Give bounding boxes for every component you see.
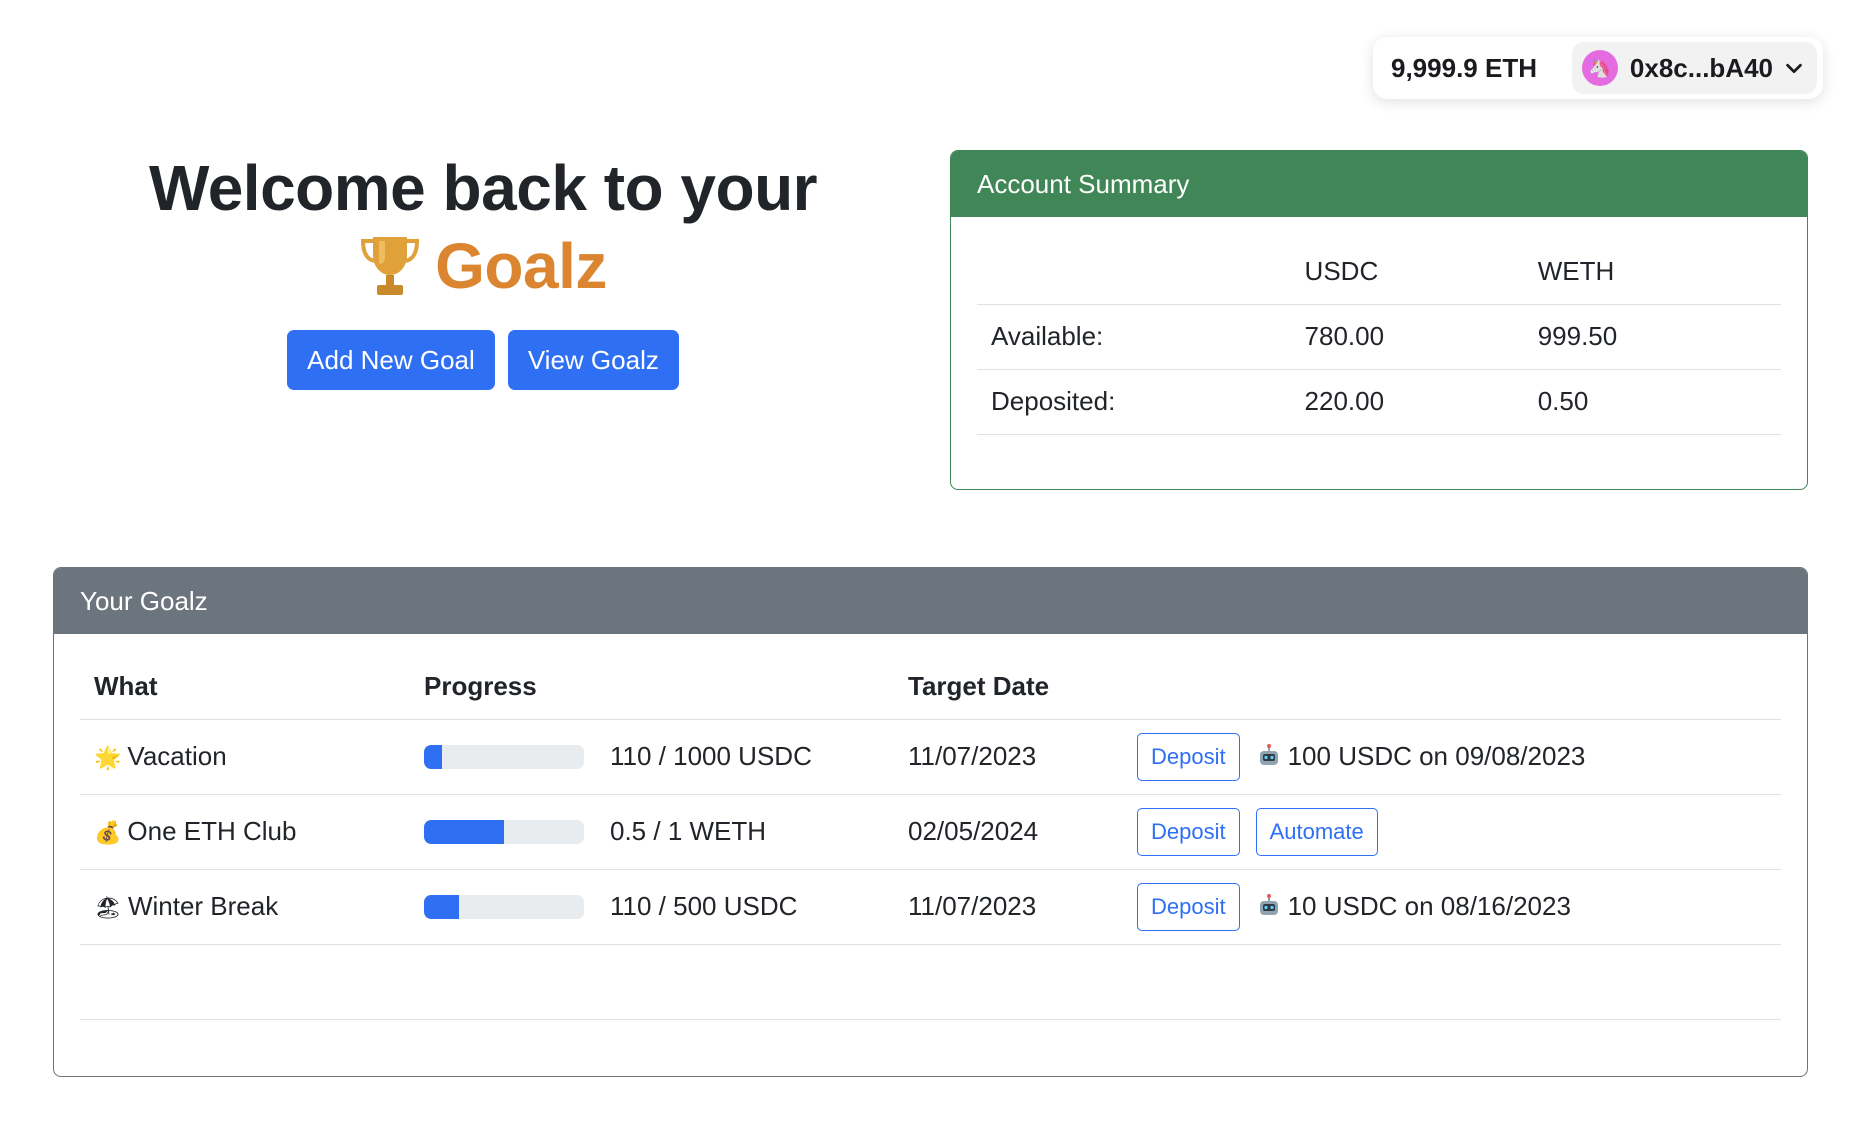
- wallet-address: 0x8c...bA40: [1629, 52, 1773, 83]
- goal-name-cell: 🌟 Vacation: [80, 719, 410, 795]
- account-summary-title: Account Summary: [951, 151, 1807, 217]
- account-summary-table: USDC WETH Available: 780.00 999.50 Depos…: [977, 239, 1781, 435]
- automation-text: 10 USDC on 08/16/2023: [1287, 891, 1571, 921]
- column-header-target-date: Target Date: [894, 654, 1123, 720]
- deposit-button[interactable]: Deposit: [1137, 732, 1240, 781]
- trophy-icon: [361, 237, 420, 295]
- automation-text: 100 USDC on 09/08/2023: [1287, 741, 1586, 771]
- deposit-button[interactable]: Deposit: [1137, 882, 1240, 931]
- goal-actions-cell: Deposit 10 USDC on 08/16/2023: [1123, 869, 1781, 945]
- wallet-account-button[interactable]: 🦄 0x8c...bA40: [1571, 42, 1817, 94]
- goal-name: Winter Break: [127, 891, 279, 921]
- table-header-row: What Progress Target Date: [80, 654, 1781, 720]
- beach-icon: 🏖: [94, 895, 122, 920]
- column-header-usdc: USDC: [1290, 239, 1524, 305]
- progress-text: 0.5 / 1 WETH: [610, 816, 767, 846]
- automation-status: 100 USDC on 09/08/2023: [1256, 741, 1586, 771]
- star-icon: 🌟: [94, 745, 122, 770]
- your-goals-title: Your Goalz: [54, 568, 1807, 634]
- progress-bar: [424, 744, 584, 769]
- hero-actions: Add New Goal View Goalz: [53, 330, 913, 390]
- empty-cell: [80, 944, 1781, 1020]
- welcome-title: Welcome back to your: [148, 152, 818, 224]
- target-date: 11/07/2023: [894, 719, 1123, 795]
- unicorn-icon: 🦄: [1581, 50, 1618, 86]
- progress-text: 110 / 1000 USDC: [610, 741, 812, 771]
- table-row: 🌟 Vacation 110 / 1000 USDC 11/07/2023 Dep…: [80, 719, 1781, 795]
- wallet-connect: 9,999.9 ETH 🦄 0x8c...bA40: [1373, 37, 1823, 99]
- column-header-progress: Progress: [410, 654, 894, 720]
- goal-actions-cell: Deposit 100 USDC on 09/08/2023: [1123, 719, 1781, 795]
- goal-name: One ETH Club: [127, 816, 297, 846]
- your-goals-card: Your Goalz What Progress Target Date 🌟 Va…: [53, 567, 1808, 1077]
- wallet-balance[interactable]: 9,999.9 ETH: [1391, 53, 1537, 84]
- goal-progress-cell: 110 / 500 USDC: [410, 869, 894, 945]
- goal-progress-cell: 0.5 / 1 WETH: [410, 794, 894, 870]
- weth-value: 999.50: [1523, 304, 1781, 370]
- column-header: [977, 239, 1291, 305]
- column-header-what: What: [80, 654, 410, 720]
- goal-name-cell: 🏖 Winter Break: [80, 869, 410, 945]
- progress-bar: [424, 819, 584, 844]
- progress-fill: [424, 744, 442, 769]
- goal-progress-cell: 110 / 1000 USDC: [410, 719, 894, 795]
- progress-text: 110 / 500 USDC: [610, 891, 798, 921]
- column-header-weth: WETH: [1523, 239, 1781, 305]
- table-row: 🏖 Winter Break 110 / 500 USDC 11/07/2023 …: [80, 869, 1781, 945]
- robot-icon: [1259, 744, 1278, 765]
- goal-name: Vacation: [127, 741, 227, 771]
- money-bag-icon: 💰: [94, 820, 122, 845]
- view-goals-button[interactable]: View Goalz: [507, 330, 679, 390]
- hero-section: Welcome back to your Goalz Add New Goal …: [53, 150, 913, 390]
- account-summary-card: Account Summary USDC WETH Available: 780…: [950, 150, 1808, 490]
- usdc-value: 780.00: [1290, 304, 1524, 370]
- table-row: 💰 One ETH Club 0.5 / 1 WETH 02/05/2024 De…: [80, 794, 1781, 870]
- target-date: 11/07/2023: [894, 869, 1123, 945]
- automate-button[interactable]: Automate: [1255, 807, 1378, 856]
- table-row: Deposited: 220.00 0.50: [977, 369, 1781, 435]
- goal-name-cell: 💰 One ETH Club: [80, 794, 410, 870]
- usdc-value: 220.00: [1290, 369, 1524, 435]
- goals-table: What Progress Target Date 🌟 Vacation 110…: [80, 654, 1781, 1020]
- deposit-button[interactable]: Deposit: [1137, 807, 1240, 856]
- chevron-down-icon: [1786, 63, 1802, 74]
- robot-icon: [1259, 894, 1278, 915]
- row-label: Deposited:: [977, 369, 1291, 435]
- progress-fill: [424, 894, 460, 919]
- add-new-goal-button[interactable]: Add New Goal: [287, 330, 495, 390]
- brand: Goalz: [53, 226, 913, 306]
- weth-value: 0.50: [1523, 369, 1781, 435]
- automation-status: 10 USDC on 08/16/2023: [1256, 891, 1571, 921]
- target-date: 02/05/2024: [894, 794, 1123, 870]
- brand-name: Goalz: [435, 230, 607, 302]
- progress-fill: [424, 819, 504, 844]
- row-label: Available:: [977, 304, 1291, 370]
- empty-row: [80, 944, 1781, 1020]
- column-header-actions: [1123, 654, 1781, 720]
- table-header-row: USDC WETH: [977, 239, 1781, 305]
- table-row: Available: 780.00 999.50: [977, 304, 1781, 370]
- progress-bar: [424, 894, 584, 919]
- goal-actions-cell: Deposit Automate: [1123, 794, 1781, 870]
